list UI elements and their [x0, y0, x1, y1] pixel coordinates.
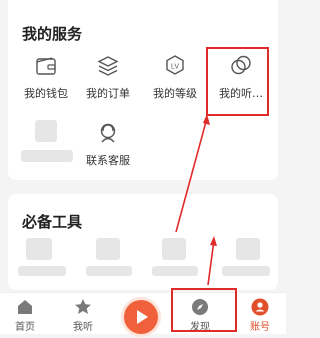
play-icon	[137, 310, 148, 324]
star-icon	[75, 299, 91, 314]
nav-listen[interactable]: 我听	[58, 293, 108, 333]
bottom-nav: 首页 我听 发现 账号	[0, 292, 286, 334]
nav-listen-label: 我听	[73, 322, 93, 333]
arrow-head-listening	[203, 114, 210, 125]
nav-account[interactable]: 账号	[235, 293, 285, 333]
annotation-arrows	[175, 114, 217, 286]
nav-account-label: 账号	[250, 322, 270, 333]
highlight-discover	[171, 288, 237, 332]
home-icon	[18, 300, 32, 314]
play-button[interactable]	[124, 300, 158, 334]
arrow-to-discover	[207, 239, 215, 286]
nav-home-label: 首页	[15, 322, 35, 333]
account-icon	[251, 298, 269, 316]
nav-home[interactable]: 首页	[0, 293, 50, 333]
arrow-head-discover	[210, 236, 217, 246]
arrow-to-listening	[175, 117, 208, 233]
